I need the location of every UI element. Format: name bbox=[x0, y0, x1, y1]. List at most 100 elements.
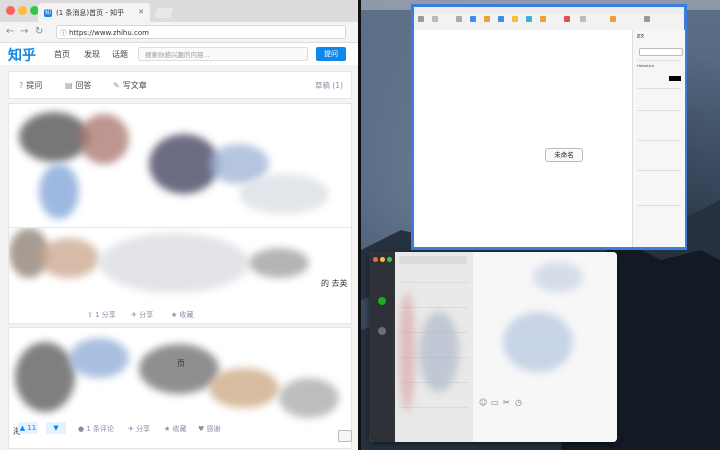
insert-icon[interactable] bbox=[456, 16, 462, 22]
obscured-content bbox=[99, 233, 249, 293]
question-icon: ? bbox=[19, 81, 24, 90]
obscured-content bbox=[79, 114, 129, 164]
nav-home[interactable]: 首页 bbox=[54, 49, 70, 60]
obscured-content bbox=[249, 248, 309, 278]
comments-label: 1 条评论 bbox=[86, 425, 115, 433]
answer-action-label: 回答 bbox=[75, 81, 92, 90]
back-arrow-icon[interactable]: ← bbox=[6, 26, 14, 37]
inspector-heading: 正文 bbox=[637, 34, 645, 38]
divider bbox=[637, 140, 681, 141]
desktop: 未命名 正文 Helvetica ☺ ▭ ✂ ◷ bbox=[361, 0, 720, 450]
answer-snippet: 页 bbox=[177, 359, 185, 368]
table-icon[interactable] bbox=[470, 16, 476, 22]
emoji-icon[interactable]: ☺ bbox=[479, 398, 487, 407]
favorite-link-footer[interactable]: ★ 收藏 bbox=[164, 424, 187, 434]
feed-card[interactable] bbox=[8, 103, 352, 229]
ask-question-button[interactable]: 提问 bbox=[316, 47, 346, 61]
ask-action[interactable]: ? 提问 bbox=[19, 80, 42, 91]
favorite-link[interactable]: ★ 收藏 bbox=[171, 310, 194, 320]
close-window-button[interactable] bbox=[373, 257, 378, 262]
share-label: 分享 bbox=[139, 311, 154, 319]
chat-pane: ☺ ▭ ✂ ◷ bbox=[473, 252, 617, 442]
history-icon[interactable]: ◷ bbox=[515, 398, 522, 407]
divider bbox=[637, 205, 681, 206]
downvote-button[interactable]: ▼ bbox=[46, 422, 66, 434]
obscured-content bbox=[39, 238, 99, 278]
reload-icon[interactable]: ↻ bbox=[35, 26, 43, 37]
obscured-content bbox=[209, 368, 279, 408]
thanks-link-footer[interactable]: ♥ 感谢 bbox=[198, 424, 221, 434]
favorite-label: 收藏 bbox=[172, 425, 187, 433]
screenshot-icon[interactable]: ✂ bbox=[503, 398, 510, 407]
comment-icon[interactable] bbox=[540, 16, 546, 22]
thanks-label: 感谢 bbox=[206, 425, 221, 433]
search-input[interactable]: 搜索你感兴趣的内容... bbox=[138, 47, 308, 61]
minimize-window-button[interactable] bbox=[380, 257, 385, 262]
format-inspector: 正文 Helvetica bbox=[632, 30, 685, 247]
shape-icon[interactable] bbox=[512, 16, 518, 22]
share-link-footer[interactable]: ✈ 分享 bbox=[128, 424, 150, 434]
share-link-2[interactable]: ✈ 分享 bbox=[131, 310, 153, 320]
comments-link[interactable]: ● 1 条评论 bbox=[78, 424, 114, 434]
search-input[interactable] bbox=[399, 256, 467, 264]
fullscreen-window-button[interactable] bbox=[387, 257, 392, 262]
divider bbox=[637, 170, 681, 171]
divider bbox=[637, 60, 681, 61]
tips-icon[interactable] bbox=[580, 16, 586, 22]
share-link[interactable]: ⇧ 1 分享 bbox=[87, 310, 116, 320]
document-icon[interactable] bbox=[644, 16, 650, 22]
pages-canvas[interactable]: 未命名 bbox=[414, 30, 632, 247]
feed-card[interactable]: 的 去英 ⇧ 1 分享 ✈ 分享 ★ 收藏 bbox=[8, 227, 352, 324]
minimize-window-button[interactable] bbox=[18, 6, 27, 15]
answer-icon: ▤ bbox=[65, 81, 73, 90]
obscured-content bbox=[15, 342, 75, 412]
chart-icon[interactable] bbox=[484, 16, 490, 22]
tab-title: (1 条消息)首页 - 知乎 bbox=[56, 8, 125, 17]
text-icon[interactable] bbox=[498, 16, 504, 22]
obscured-content bbox=[139, 344, 219, 394]
compose-bar: ? 提问 ▤ 回答 ✎ 写文章 草稿 (1) bbox=[8, 71, 352, 99]
obscured-content bbox=[239, 174, 329, 214]
pages-toolbar bbox=[414, 14, 684, 31]
forward-arrow-icon[interactable]: → bbox=[20, 26, 28, 37]
upvote-button[interactable]: ▲ 11 bbox=[18, 422, 38, 434]
view-icon[interactable] bbox=[418, 16, 424, 22]
answer-action[interactable]: ▤ 回答 bbox=[65, 80, 92, 91]
nav-topics[interactable]: 话题 bbox=[112, 49, 128, 60]
list-item[interactable] bbox=[399, 282, 469, 283]
close-window-button[interactable] bbox=[6, 6, 15, 15]
share-label: 分享 bbox=[101, 311, 116, 319]
nav-explore[interactable]: 发现 bbox=[84, 49, 100, 60]
favorite-label: 收藏 bbox=[179, 311, 194, 319]
conversation-list bbox=[395, 252, 473, 442]
text-color-swatch[interactable] bbox=[669, 76, 681, 81]
pencil-icon: ✎ bbox=[113, 81, 120, 90]
media-icon[interactable] bbox=[526, 16, 532, 22]
browser-tab[interactable]: 知 (1 条消息)首页 - 知乎 ✕ bbox=[38, 3, 150, 22]
obscured-content bbox=[69, 338, 129, 378]
style-segmented-control[interactable] bbox=[639, 48, 683, 56]
tab-close-icon[interactable]: ✕ bbox=[138, 8, 144, 16]
browser-window: 知 (1 条消息)首页 - 知乎 ✕ ← → ↻ ⓘ https://www.z… bbox=[0, 0, 358, 450]
site-info-icon[interactable]: ⓘ bbox=[60, 26, 67, 40]
write-article-action[interactable]: ✎ 写文章 bbox=[113, 80, 147, 91]
contacts-icon[interactable] bbox=[378, 327, 386, 335]
font-name[interactable]: Helvetica bbox=[637, 64, 654, 68]
share-label: 分享 bbox=[136, 425, 151, 433]
tab-strip: 知 (1 条消息)首页 - 知乎 ✕ bbox=[0, 0, 358, 22]
untitled-label[interactable]: 未命名 bbox=[545, 148, 583, 162]
format-icon[interactable] bbox=[610, 16, 616, 22]
zhihu-logo[interactable]: 知乎 bbox=[8, 45, 36, 65]
new-tab-button[interactable] bbox=[154, 8, 174, 18]
obscured-content bbox=[533, 262, 583, 292]
url-field[interactable]: ⓘ https://www.zhihu.com bbox=[56, 25, 346, 39]
message-corner-button[interactable] bbox=[338, 430, 352, 442]
zoom-icon[interactable] bbox=[432, 16, 438, 22]
zhihu-favicon-icon: 知 bbox=[44, 8, 52, 17]
share-icon[interactable] bbox=[564, 16, 570, 22]
obscured-content bbox=[503, 312, 573, 372]
obscured-content bbox=[39, 164, 79, 219]
folder-icon[interactable]: ▭ bbox=[491, 398, 499, 407]
drafts-link[interactable]: 草稿 (1) bbox=[315, 80, 343, 91]
chat-tab-icon[interactable] bbox=[378, 297, 386, 305]
